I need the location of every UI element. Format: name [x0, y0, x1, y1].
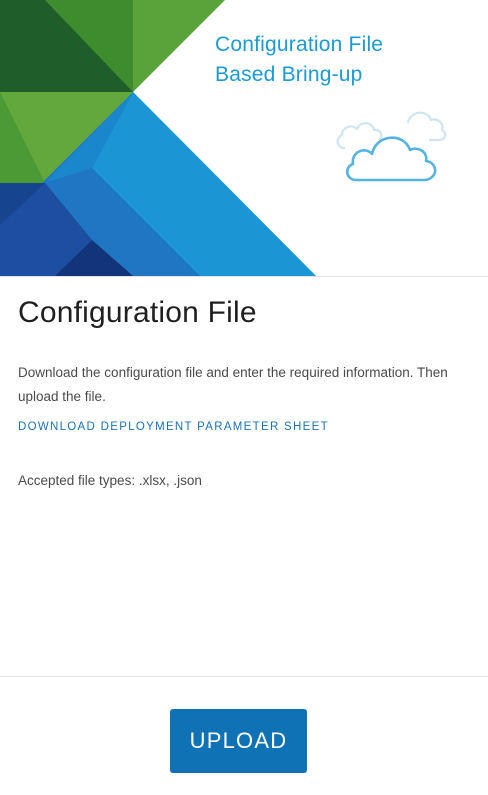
footer-divider	[0, 676, 488, 677]
hero-title-line-1: Configuration File	[215, 33, 384, 56]
config-file-card: Configuration File Based Bring-up Config…	[0, 0, 488, 795]
hero-banner: Configuration File Based Bring-up	[0, 0, 488, 276]
hero-title-line-2: Based Bring-up	[215, 63, 363, 86]
cloud-icon	[336, 111, 447, 182]
upload-button[interactable]: UPLOAD	[170, 709, 307, 773]
download-parameter-sheet-link[interactable]: DOWNLOAD DEPLOYMENT PARAMETER SHEET	[18, 419, 329, 435]
card-description: Download the configuration file and ente…	[18, 365, 448, 404]
hero-title: Configuration File Based Bring-up	[215, 30, 475, 90]
hero-divider	[0, 276, 488, 277]
accepted-file-types: Accepted file types: .xlsx, .json	[18, 473, 202, 488]
card-title: Configuration File	[18, 296, 257, 329]
